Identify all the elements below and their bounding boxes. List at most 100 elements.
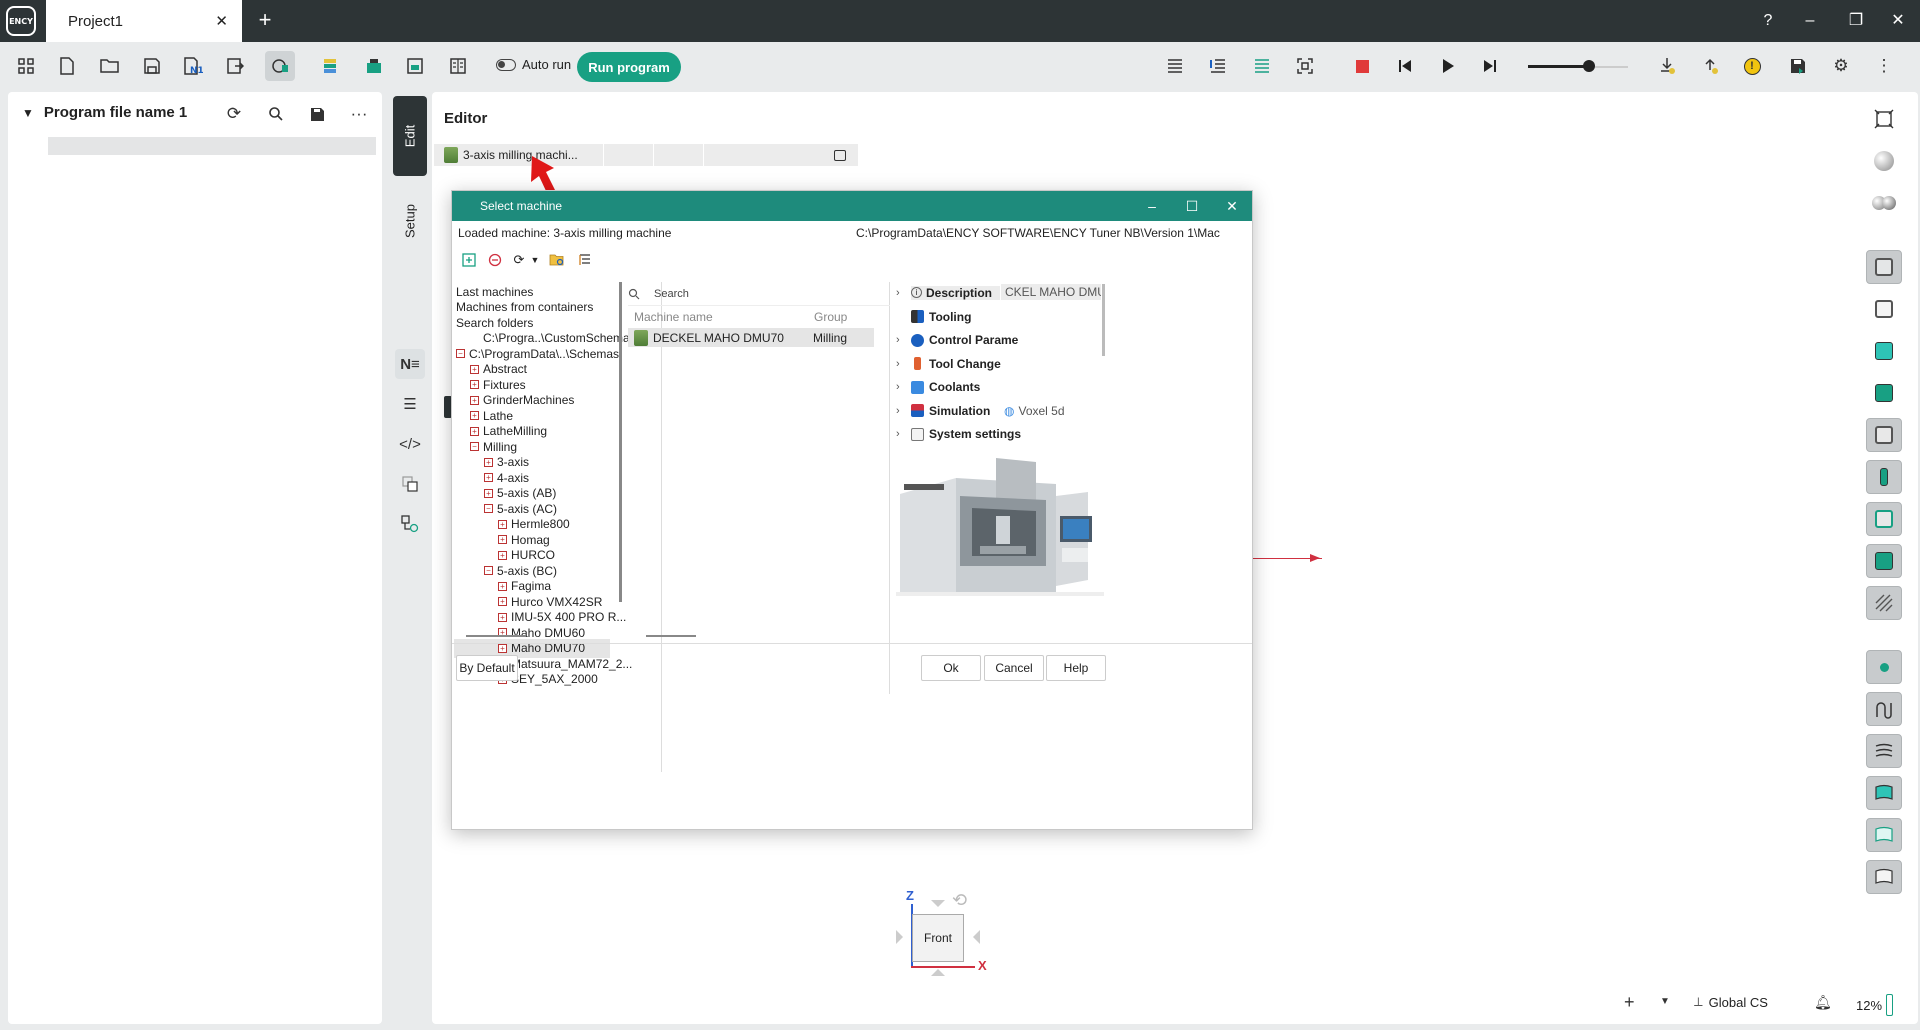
apps-icon[interactable] — [11, 51, 41, 81]
shapes-icon[interactable] — [395, 509, 425, 539]
folder-search-icon[interactable] — [548, 251, 566, 269]
view-up-arrow-icon[interactable] — [931, 900, 945, 914]
more-options-icon[interactable]: ··· — [345, 100, 373, 128]
view-down-arrow-icon[interactable] — [931, 962, 945, 976]
tree-horizontal-scrollbar[interactable] — [466, 635, 526, 637]
close-tab-icon[interactable]: ✕ — [215, 12, 228, 30]
chevron-down-icon[interactable]: ▼ — [1660, 996, 1670, 1007]
surface-lines-icon[interactable] — [1866, 734, 1902, 768]
close-window-button[interactable]: ✕ — [1878, 8, 1918, 34]
program-row-placeholder[interactable] — [48, 137, 376, 155]
more-menu-icon[interactable]: ⋮ — [1869, 51, 1899, 81]
property-system-settings[interactable]: › System settings — [896, 425, 1021, 444]
warning-icon[interactable]: ! — [1737, 51, 1767, 81]
nc-editor-icon[interactable]: N≡ — [395, 349, 425, 379]
coordinate-system-selector[interactable]: ⟂ Global CS — [1694, 994, 1768, 1010]
ok-button[interactable]: Ok — [921, 655, 981, 681]
code-icon[interactable]: </> — [395, 429, 425, 459]
lines-view-icon[interactable]: ☰ — [395, 389, 425, 419]
settings-gear-icon[interactable]: ⚙ — [1826, 51, 1856, 81]
remove-icon[interactable] — [486, 251, 504, 269]
program-panel-header[interactable]: ▼ Program file name 1 — [22, 104, 187, 121]
help-button[interactable]: Help — [1046, 655, 1106, 681]
app-logo-icon[interactable]: ENCY — [6, 6, 36, 36]
view-right-arrow-icon[interactable] — [966, 930, 980, 944]
rotate-view-icon[interactable]: ⟲ — [952, 890, 967, 911]
surface-mesh-icon[interactable] — [1866, 860, 1902, 894]
fixture-icon[interactable] — [1866, 418, 1902, 452]
machine-row[interactable]: DECKEL MAHO DMU70 Milling — [628, 328, 874, 347]
cancel-button[interactable]: Cancel — [984, 655, 1044, 681]
by-default-button[interactable]: By Default — [456, 655, 518, 681]
minimize-button[interactable]: – — [1790, 8, 1830, 34]
tree-settings-icon[interactable] — [576, 251, 594, 269]
dialog-minimize-button[interactable]: – — [1132, 191, 1172, 221]
spheres-icon[interactable] — [1866, 186, 1902, 220]
editor-tab-machine[interactable]: 3-axis milling machi... — [434, 144, 604, 166]
property-tool-change[interactable]: › Tool Change — [896, 354, 1001, 373]
play-icon[interactable] — [1433, 51, 1463, 81]
nc-program-icon[interactable]: N1 — [178, 51, 208, 81]
save-program-icon[interactable] — [1783, 51, 1813, 81]
chevron-down-icon[interactable]: ▼ — [526, 251, 544, 269]
tab-setup[interactable]: Setup — [393, 186, 427, 256]
column-machine-name[interactable]: Machine name — [634, 310, 713, 324]
workpiece-icon[interactable] — [1866, 376, 1902, 410]
help-icon[interactable]: ? — [1748, 8, 1788, 34]
column-group[interactable]: Group — [814, 310, 847, 324]
export-icon[interactable] — [220, 51, 250, 81]
toolpath-icon[interactable] — [1866, 692, 1902, 726]
machine-view-icon[interactable] — [1866, 250, 1902, 284]
list-horizontal-scrollbar[interactable] — [646, 635, 696, 637]
chevron-down-icon[interactable]: ▼ — [22, 106, 34, 120]
sphere-shaded-icon[interactable] — [1866, 144, 1902, 178]
stock-icon[interactable] — [1866, 334, 1902, 368]
add-icon[interactable]: + — [1624, 992, 1635, 1013]
list-view-icon[interactable] — [1160, 51, 1190, 81]
property-description[interactable]: › i Description — [896, 283, 1001, 302]
save-icon[interactable] — [137, 51, 167, 81]
run-program-button[interactable]: Run program — [577, 52, 681, 82]
add-icon[interactable] — [460, 251, 478, 269]
save-icon[interactable] — [303, 100, 331, 128]
property-tooling[interactable]: Tooling — [896, 307, 971, 326]
editor-tab-cell[interactable] — [654, 144, 704, 166]
tree-scrollbar[interactable] — [619, 282, 622, 602]
hatch-icon[interactable] — [1866, 586, 1902, 620]
auto-run-toggle[interactable]: Auto run — [496, 57, 571, 72]
fit-view-icon[interactable] — [1290, 51, 1320, 81]
open-folder-icon[interactable] — [95, 51, 125, 81]
property-coolants[interactable]: › Coolants — [896, 378, 980, 397]
surface-outline-icon[interactable] — [1866, 818, 1902, 852]
fullscreen-icon[interactable] — [1866, 102, 1902, 136]
report-icon[interactable] — [443, 51, 473, 81]
property-control-parameters[interactable]: › Control Parame — [896, 331, 1018, 350]
tool-icon[interactable] — [1866, 460, 1902, 494]
machine-body-icon[interactable] — [1866, 292, 1902, 326]
stop-icon[interactable] — [1347, 51, 1377, 81]
new-file-icon[interactable] — [52, 51, 82, 81]
refresh-icon[interactable]: ⟳ — [220, 100, 248, 128]
layers-icon[interactable] — [395, 469, 425, 499]
holder-icon[interactable] — [1866, 502, 1902, 536]
tab-edit[interactable]: Edit — [393, 96, 427, 176]
workpiece-icon[interactable] — [359, 51, 389, 81]
point-icon[interactable] — [1866, 650, 1902, 684]
properties-scrollbar[interactable] — [1102, 284, 1105, 356]
view-cube-front[interactable]: Front — [912, 914, 964, 962]
dialog-close-button[interactable]: ✕ — [1212, 191, 1252, 221]
property-simulation[interactable]: › Simulation — [896, 401, 990, 420]
restore-button[interactable]: ❐ — [1836, 8, 1876, 34]
search-field[interactable]: Search — [628, 282, 890, 306]
tool-library-icon[interactable] — [315, 51, 345, 81]
upload-icon[interactable] — [1695, 51, 1725, 81]
dialog-maximize-button[interactable]: ☐ — [1172, 191, 1212, 221]
view-left-arrow-icon[interactable] — [896, 930, 910, 944]
tab-project[interactable]: Project1 ✕ — [46, 0, 242, 42]
step-list-icon[interactable] — [1203, 51, 1233, 81]
window-icon[interactable] — [834, 150, 846, 161]
import-icon[interactable] — [1652, 51, 1682, 81]
search-icon[interactable] — [262, 100, 290, 128]
coordinate-icon[interactable] — [1866, 544, 1902, 578]
editor-tab-cell[interactable] — [604, 144, 654, 166]
